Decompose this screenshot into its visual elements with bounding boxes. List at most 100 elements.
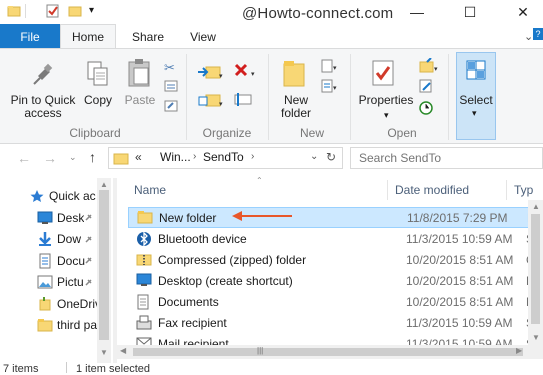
- scroll-up-icon[interactable]: ▲: [532, 202, 540, 211]
- paste-shortcut-icon[interactable]: [164, 100, 178, 112]
- properties-button[interactable]: Properties: [356, 94, 416, 107]
- folder-icon: [113, 151, 129, 165]
- file-name: Desktop (create shortcut): [158, 273, 293, 288]
- breadcrumb-overflow[interactable]: «: [135, 150, 142, 164]
- address-dropdown-icon[interactable]: ⌄: [310, 151, 318, 162]
- desktop-icon: [37, 210, 53, 226]
- column-header-type[interactable]: Typ: [507, 180, 537, 200]
- pane-splitter[interactable]: [113, 178, 117, 363]
- file-row[interactable]: Documents10/20/2015 8:51 AMMy: [128, 291, 543, 312]
- scroll-left-icon[interactable]: ◀: [120, 346, 126, 355]
- breadcrumb-chevron-icon[interactable]: ›: [193, 151, 196, 162]
- star-icon: [29, 188, 45, 204]
- column-header-date[interactable]: Date modified: [388, 180, 506, 200]
- cut-icon[interactable]: ✂: [164, 60, 175, 76]
- copy-button[interactable]: Copy: [80, 94, 116, 107]
- nav-item[interactable]: Desk: [0, 206, 97, 230]
- breadcrumb-item[interactable]: SendTo: [203, 150, 244, 164]
- select-dropdown-icon: ▾: [472, 108, 477, 118]
- quick-access-separator: [25, 4, 26, 18]
- copy-to-icon[interactable]: ▾: [197, 92, 223, 108]
- file-scroll-thumb[interactable]: [531, 214, 540, 324]
- file-row[interactable]: Compressed (zipped) folder 10/20/2015 8:5…: [128, 249, 543, 270]
- paste-icon: [127, 58, 153, 88]
- pin-icon: [84, 213, 93, 222]
- nav-item-label: Dow: [57, 232, 82, 246]
- tab-home[interactable]: Home: [60, 24, 116, 49]
- zip-folder-icon: [136, 252, 152, 268]
- new-folder-icon[interactable]: [68, 4, 82, 18]
- properties-check-icon[interactable]: [46, 4, 60, 18]
- nav-item[interactable]: Pictu: [0, 270, 97, 294]
- svg-text:▾: ▾: [333, 65, 337, 72]
- pin-to-quick-access-button[interactable]: Pin to Quick access: [6, 94, 80, 120]
- file-date: 11/3/2015 10:59 AM: [406, 315, 513, 330]
- open-icon[interactable]: ▾: [418, 58, 442, 74]
- expand-ribbon-icon[interactable]: ⌄: [524, 30, 533, 43]
- file-name: Bluetooth device: [158, 231, 247, 246]
- folder-icon[interactable]: [7, 4, 21, 18]
- pin-icon: [32, 62, 54, 86]
- minimize-button[interactable]: —: [399, 0, 435, 24]
- bluetooth-icon: [136, 230, 152, 247]
- up-icon[interactable]: ↑: [89, 149, 96, 165]
- nav-item[interactable]: Dow: [0, 227, 97, 251]
- paste-button[interactable]: Paste: [122, 94, 158, 107]
- onedrive-icon: [37, 296, 53, 312]
- group-label-open: Open: [387, 126, 417, 140]
- customize-quick-access-icon[interactable]: ▾: [89, 5, 94, 16]
- file-row[interactable]: Desktop (create shortcut) 10/20/2015 8:51…: [128, 270, 543, 291]
- nav-item-label: OneDriv: [57, 296, 97, 311]
- file-date: 11/8/2015 7:29 PM: [407, 210, 508, 225]
- nav-scroll-thumb[interactable]: [99, 190, 109, 340]
- column-header-name[interactable]: Name: [128, 180, 386, 200]
- breadcrumb-item[interactable]: Win...: [160, 150, 191, 164]
- scroll-down-icon[interactable]: ▼: [532, 333, 540, 342]
- file-row[interactable]: New folder11/8/2015 7:29 PMFile: [128, 207, 543, 228]
- group-label-organize: Organize: [202, 126, 252, 140]
- edit-icon[interactable]: [418, 78, 434, 94]
- properties-dropdown-icon[interactable]: ▾: [384, 110, 389, 121]
- file-row[interactable]: Bluetooth device11/3/2015 10:59 AMShe: [128, 228, 543, 249]
- close-button[interactable]: ✕: [505, 0, 541, 24]
- scroll-right-icon[interactable]: ▶: [516, 346, 522, 355]
- new-folder-button[interactable]: New folder: [276, 94, 316, 120]
- rename-icon[interactable]: [233, 90, 253, 108]
- recent-locations-icon[interactable]: ⌄: [69, 152, 77, 163]
- folder-icon: [37, 317, 53, 333]
- search-input[interactable]: [350, 147, 543, 169]
- easy-access-icon[interactable]: ▾: [320, 78, 342, 94]
- nav-item[interactable]: third pa: [0, 313, 97, 337]
- tab-view[interactable]: View: [185, 24, 221, 49]
- file-date: 10/20/2015 8:51 AM: [406, 273, 514, 288]
- scroll-up-icon[interactable]: ▲: [100, 180, 108, 189]
- breadcrumb-chevron-icon[interactable]: ›: [251, 151, 254, 162]
- pin-icon: [84, 278, 93, 287]
- properties-icon: [370, 58, 396, 88]
- delete-icon[interactable]: ▾: [233, 62, 259, 80]
- tab-file[interactable]: File: [0, 24, 60, 49]
- history-icon[interactable]: [418, 100, 434, 116]
- new-item-icon[interactable]: ▾: [320, 58, 342, 74]
- nav-item[interactable]: Quick ac: [0, 184, 97, 208]
- desktop-icon: [136, 273, 152, 289]
- fax-icon: [136, 315, 152, 331]
- help-icon[interactable]: ?: [533, 28, 543, 40]
- horizontal-scroll-thumb[interactable]: [133, 348, 523, 356]
- scroll-down-icon[interactable]: ▼: [100, 348, 108, 357]
- copy-icon: [86, 60, 110, 88]
- move-to-icon[interactable]: ▾: [197, 64, 223, 80]
- file-row[interactable]: Fax recipient11/3/2015 10:59 AMShe: [128, 312, 543, 333]
- refresh-icon[interactable]: ↻: [326, 150, 336, 164]
- copy-path-icon[interactable]: [164, 80, 178, 92]
- forward-icon[interactable]: →: [43, 150, 57, 166]
- back-icon[interactable]: ←: [17, 150, 31, 166]
- maximize-button[interactable]: ☐: [452, 0, 488, 24]
- nav-item[interactable]: OneDriv: [0, 292, 97, 316]
- pin-icon: [84, 256, 93, 265]
- file-name: Compressed (zipped) folder: [158, 252, 307, 267]
- tab-share[interactable]: Share: [128, 24, 168, 49]
- nav-item[interactable]: Docu: [0, 249, 97, 273]
- download-icon: [37, 231, 53, 247]
- svg-text:▾: ▾: [219, 101, 223, 108]
